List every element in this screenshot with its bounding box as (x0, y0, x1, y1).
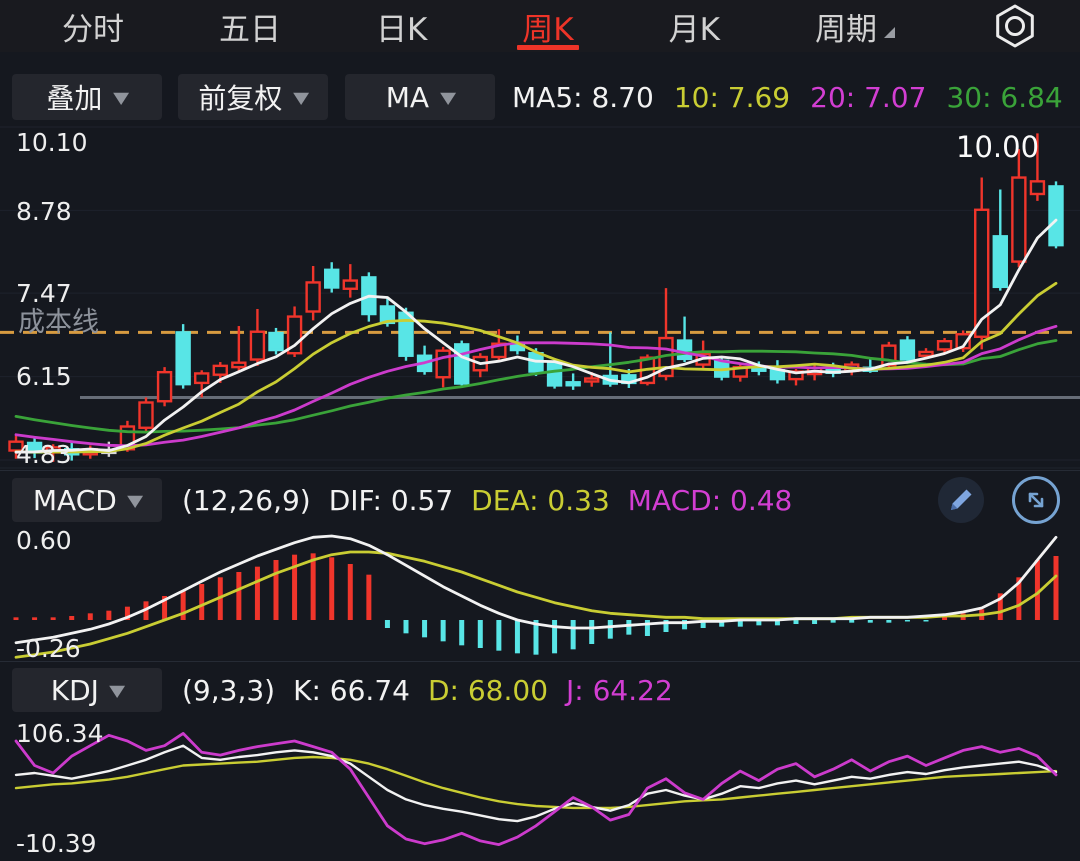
macd-params: (12,26,9) (182, 484, 311, 517)
kdj-axis-label: -10.39 (16, 829, 97, 859)
chevron-down-icon: ▼ (109, 681, 125, 700)
macd-panel-header: MACD ▼ (12,26,9) DIF: 0.57 DEA: 0.33 MAC… (0, 472, 1080, 528)
dea-value: DEA: 0.33 (471, 484, 610, 517)
macd-axis-label: 0.60 (16, 526, 72, 556)
chevron-down-icon: ▼ (127, 491, 143, 510)
macd-dropdown-label: MACD (33, 484, 117, 517)
dif-value: DIF: 0.57 (329, 484, 453, 517)
j-value: J: 64.22 (566, 674, 673, 707)
main-chart-area[interactable] (0, 126, 1080, 470)
price-axis-label: 6.15 (16, 362, 72, 392)
macd-indicator-dropdown[interactable]: MACD ▼ (12, 478, 162, 522)
kdj-chart-area[interactable] (0, 716, 1080, 861)
fullscreen-button[interactable] (1012, 476, 1060, 524)
stock-chart-app: 分时 五日 日K 周K 月K 周期 叠加 ▼ (0, 0, 1080, 861)
k-value: K: 66.74 (293, 674, 410, 707)
draw-tool-button[interactable] (938, 477, 984, 523)
macd-value: MACD: 0.48 (628, 484, 793, 517)
d-value: D: 68.00 (428, 674, 548, 707)
price-axis-label: 10.10 (16, 128, 88, 158)
kdj-axis-label: 106.34 (16, 719, 103, 749)
expand-icon (1021, 485, 1051, 515)
macd-value-readout: (12,26,9) DIF: 0.57 DEA: 0.33 MACD: 0.48 (182, 484, 792, 517)
kdj-value-readout: (9,3,3) K: 66.74 D: 68.00 J: 64.22 (182, 674, 673, 707)
cost-line-label: 成本线 (18, 300, 99, 339)
panel-divider (0, 470, 1080, 471)
high-price-label: 10.00 (956, 130, 1039, 164)
kdj-panel-header: KDJ ▼ (9,3,3) K: 66.74 D: 68.00 J: 64.22 (0, 662, 1080, 718)
kdj-params: (9,3,3) (182, 674, 275, 707)
kdj-dropdown-label: KDJ (51, 674, 99, 707)
macd-axis-label: -0.26 (16, 634, 81, 664)
pencil-icon (947, 486, 975, 514)
macd-chart-area[interactable] (0, 528, 1080, 662)
price-axis-label: 4.83 (16, 440, 72, 470)
kdj-indicator-dropdown[interactable]: KDJ ▼ (12, 668, 162, 712)
price-axis-label: 8.78 (16, 197, 72, 227)
